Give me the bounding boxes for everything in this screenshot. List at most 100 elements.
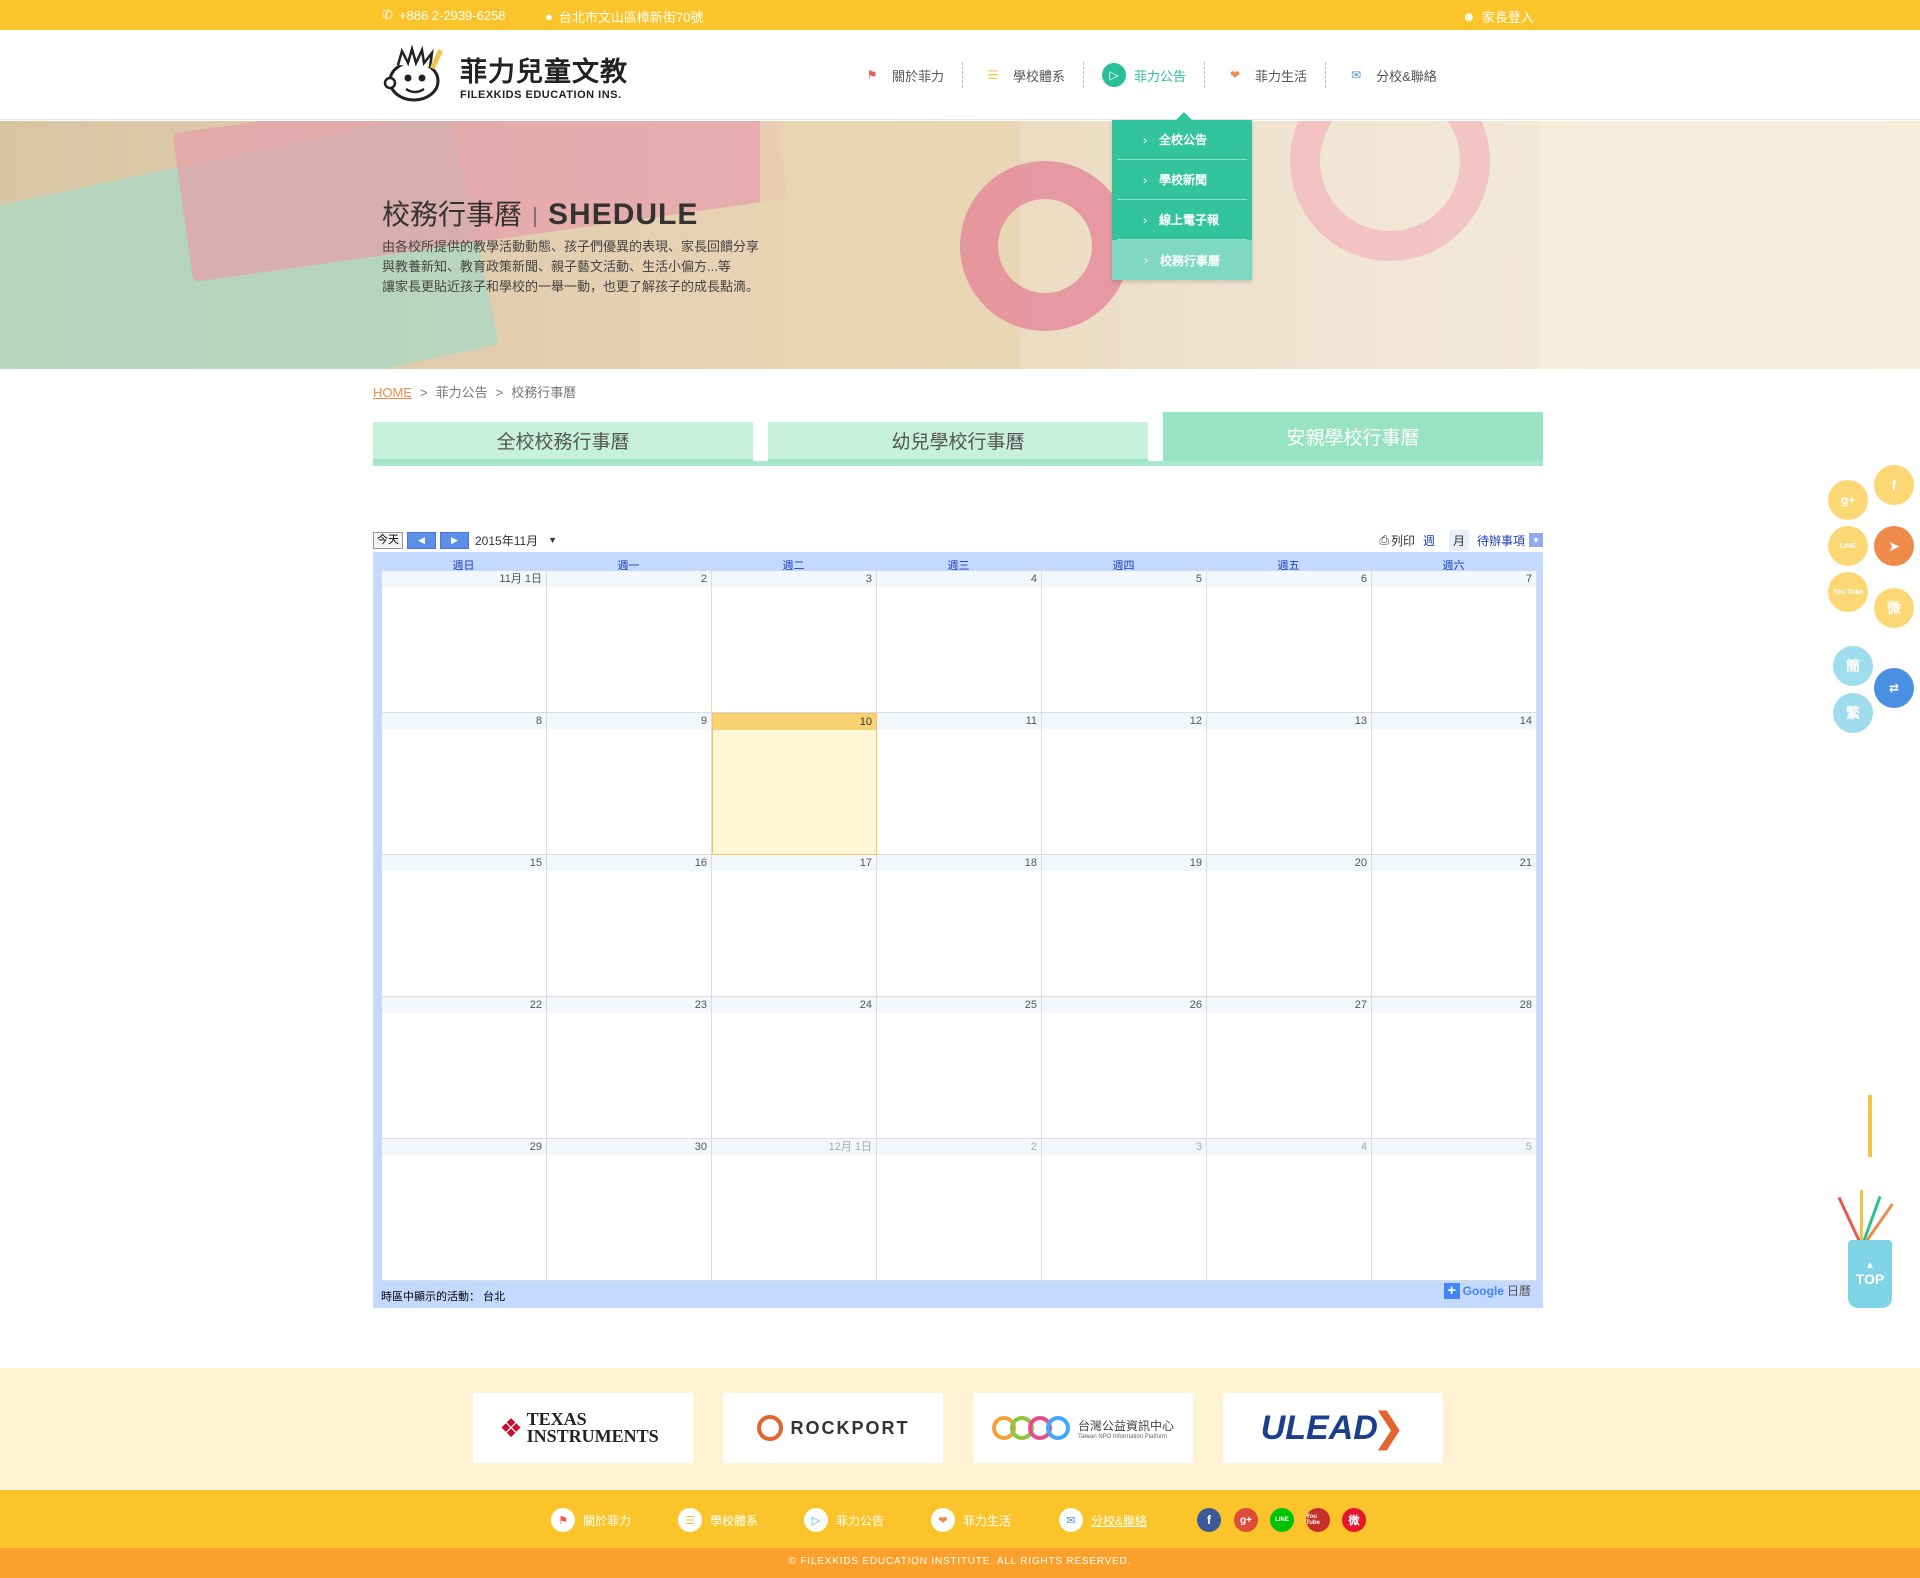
floating-facebook-icon[interactable]: f xyxy=(1874,465,1914,505)
calendar-day-cell[interactable]: 5 xyxy=(1372,1139,1537,1281)
next-month-button[interactable]: ▶ xyxy=(440,531,469,549)
facebook-icon[interactable]: f xyxy=(1197,1508,1221,1532)
simplified-chinese-button[interactable]: 簡 xyxy=(1833,646,1873,686)
traditional-chinese-button[interactable]: 繁 xyxy=(1833,693,1873,733)
calendar-day-cell[interactable]: 12 xyxy=(1042,713,1207,855)
today-button[interactable]: 今天 xyxy=(373,531,403,549)
breadcrumb-home[interactable]: HOME xyxy=(373,385,412,400)
nav-contact[interactable]: ✉ 分校&聯絡 xyxy=(1326,60,1455,90)
line-icon[interactable]: LINE xyxy=(1270,1508,1294,1532)
calendar-day-cell[interactable]: 6 xyxy=(1207,571,1372,713)
calendar-day-cell[interactable]: 26 xyxy=(1042,997,1207,1139)
site-logo[interactable]: 菲力兒童文教 FILEXKIDS EDUCATION INS. xyxy=(382,45,628,105)
calendar-toolbar: 今天 ◀ ▶ 2015年11月 ▼ ⎙ 列印 週 月 待辦事項 ▼ xyxy=(373,528,1543,552)
calendar-day-cell[interactable]: 2 xyxy=(877,1139,1042,1281)
calendar-day-cell[interactable]: 22 xyxy=(382,997,547,1139)
calendar-day-cell[interactable]: 13 xyxy=(1207,713,1372,855)
breadcrumb-level1[interactable]: 菲力公告 xyxy=(436,385,488,400)
calendar-day-cell[interactable]: 28 xyxy=(1372,997,1537,1139)
chevron-down-icon[interactable]: ▼ xyxy=(1529,533,1543,547)
calendar-day-cell[interactable]: 11 xyxy=(877,713,1042,855)
footer-link-schools[interactable]: ☰ 學校體系 xyxy=(678,1508,758,1532)
calendar-day-cell[interactable]: 16 xyxy=(547,855,712,997)
tab-kindergarten[interactable]: 幼兒學校行事曆 xyxy=(768,422,1148,462)
nav-announcements[interactable]: ▷ 菲力公告 xyxy=(1084,60,1204,90)
calendar-day-cell[interactable]: 11月 1日 xyxy=(382,571,547,713)
day-number: 8 xyxy=(382,713,546,729)
nav-life[interactable]: ❤ 菲力生活 xyxy=(1205,60,1325,90)
calendar-day-cell[interactable]: 9 xyxy=(547,713,712,855)
calendar-day-cell[interactable]: 18 xyxy=(877,855,1042,997)
calendar-day-cell[interactable]: 17 xyxy=(712,855,877,997)
share-icon[interactable]: ➤ xyxy=(1874,526,1914,566)
calendar-day-cell[interactable]: 19 xyxy=(1042,855,1207,997)
calendar-day-cell[interactable]: 14 xyxy=(1372,713,1537,855)
calendar-day-cell[interactable]: 4 xyxy=(877,571,1042,713)
sponsor-texas-instruments[interactable]: ❖ TEXAS INSTRUMENTS xyxy=(473,1393,693,1463)
view-agenda-button[interactable]: 待辦事項 xyxy=(1477,532,1525,549)
month-dropdown-icon[interactable]: ▼ xyxy=(548,535,557,545)
calendar-day-cell[interactable]: 3 xyxy=(1042,1139,1207,1281)
view-week-button[interactable]: 週 xyxy=(1423,532,1435,549)
youtube-icon[interactable]: You Tube xyxy=(1306,1508,1330,1532)
view-month-button[interactable]: 月 xyxy=(1448,529,1469,551)
calendar-day-cell[interactable]: 27 xyxy=(1207,997,1372,1139)
sponsor-rockport[interactable]: ROCKPORT xyxy=(723,1393,943,1463)
nav-about[interactable]: ⚑ 關於菲力 xyxy=(842,60,962,90)
hero-decor xyxy=(960,161,1130,331)
calendar-day-cell[interactable]: 12月 1日 xyxy=(712,1139,877,1281)
nav-schools[interactable]: ☰ 學校體系 xyxy=(963,60,1083,90)
sponsor-ulead[interactable]: ULEAD ❯ xyxy=(1223,1393,1443,1463)
sponsor-npo[interactable]: 台灣公益資訊中心 Taiwan NPO Information Platform xyxy=(973,1393,1193,1463)
back-to-top-button[interactable]: ▲ TOP xyxy=(1848,1240,1892,1308)
calendar-day-cell[interactable]: 15 xyxy=(382,855,547,997)
calendar-day-cell[interactable]: 4 xyxy=(1207,1139,1372,1281)
footer-link-announcements[interactable]: ▷ 菲力公告 xyxy=(804,1508,884,1532)
calendar-day-cell[interactable]: 21 xyxy=(1372,855,1537,997)
logo-subtitle: FILEXKIDS EDUCATION INS. xyxy=(460,88,622,101)
calendar-day-cell[interactable]: 3 xyxy=(712,571,877,713)
print-button[interactable]: ⎙ 列印 xyxy=(1379,532,1415,549)
footer-link-about[interactable]: ⚑ 關於菲力 xyxy=(551,1508,631,1532)
google-plus-icon[interactable]: g+ xyxy=(1234,1508,1258,1532)
floating-weibo-icon[interactable]: 微 xyxy=(1874,588,1914,628)
weibo-icon[interactable]: 微 xyxy=(1342,1508,1366,1532)
mail-icon: ✉ xyxy=(1351,68,1362,82)
phone-number: +886 2-2939-6258 xyxy=(398,7,506,23)
dropdown-item-newsletter[interactable]: › 線上電子報 xyxy=(1117,200,1247,240)
printer-icon: ⎙ xyxy=(1379,532,1389,547)
calendar-day-cell[interactable]: 29 xyxy=(382,1139,547,1281)
google-calendar-add-button[interactable]: + Google 日曆 xyxy=(1443,1282,1531,1299)
calendar-day-cell[interactable]: 20 xyxy=(1207,855,1372,997)
dropdown-item-schedule[interactable]: › 校務行事曆 xyxy=(1112,240,1252,280)
calendar-day-cell[interactable]: 8 xyxy=(382,713,547,855)
floating-google-plus-icon[interactable]: g+ xyxy=(1828,480,1868,520)
calendar-day-cell[interactable]: 5 xyxy=(1042,571,1207,713)
sponsor-name: ULEAD xyxy=(1260,1408,1378,1447)
calendar-day-cell[interactable]: 30 xyxy=(547,1139,712,1281)
prev-month-button[interactable]: ◀ xyxy=(407,531,436,549)
hero-desc-line: 讓家長更貼近孩子和學校的一舉一動，也更了解孩子的成長點滴。 xyxy=(382,279,760,294)
translate-icon[interactable]: ⇄ xyxy=(1874,668,1914,708)
calendar-day-cell[interactable]: 2 xyxy=(547,571,712,713)
day-number: 7 xyxy=(1372,571,1536,587)
floating-youtube-icon[interactable]: You Tube xyxy=(1828,572,1868,612)
dropdown-item-all[interactable]: › 全校公告 xyxy=(1117,120,1247,160)
calendar-day-cell[interactable]: 25 xyxy=(877,997,1042,1139)
day-number: 26 xyxy=(1042,997,1206,1013)
footer-link-contact[interactable]: ✉ 分校&聯絡 xyxy=(1059,1508,1147,1532)
megaphone-icon: ▷ xyxy=(804,1508,828,1532)
parent-login-link[interactable]: ☻ 家長登入 xyxy=(1462,7,1534,26)
dropdown-item-news[interactable]: › 學校新聞 xyxy=(1117,160,1247,200)
tab-all-school[interactable]: 全校校務行事曆 xyxy=(373,422,753,462)
hero-description: 由各校所提供的教學活動動態、孩子們優異的表現、家長回饋分享 與教養新知、教育政策… xyxy=(382,237,812,297)
calendar-day-cell[interactable]: 24 xyxy=(712,997,877,1139)
calendar-today-cell[interactable]: 10 xyxy=(712,713,877,855)
calendar-day-cell[interactable]: 7 xyxy=(1372,571,1537,713)
phone-info: ✆ +886 2-2939-6258 xyxy=(382,7,506,23)
google-wordmark: Google xyxy=(1462,1283,1504,1298)
calendar-day-cell[interactable]: 23 xyxy=(547,997,712,1139)
floating-line-icon[interactable]: LINE xyxy=(1828,526,1868,566)
footer-link-life[interactable]: ❤ 菲力生活 xyxy=(931,1508,1011,1532)
tab-afterschool[interactable]: 安親學校行事曆 xyxy=(1163,412,1543,461)
